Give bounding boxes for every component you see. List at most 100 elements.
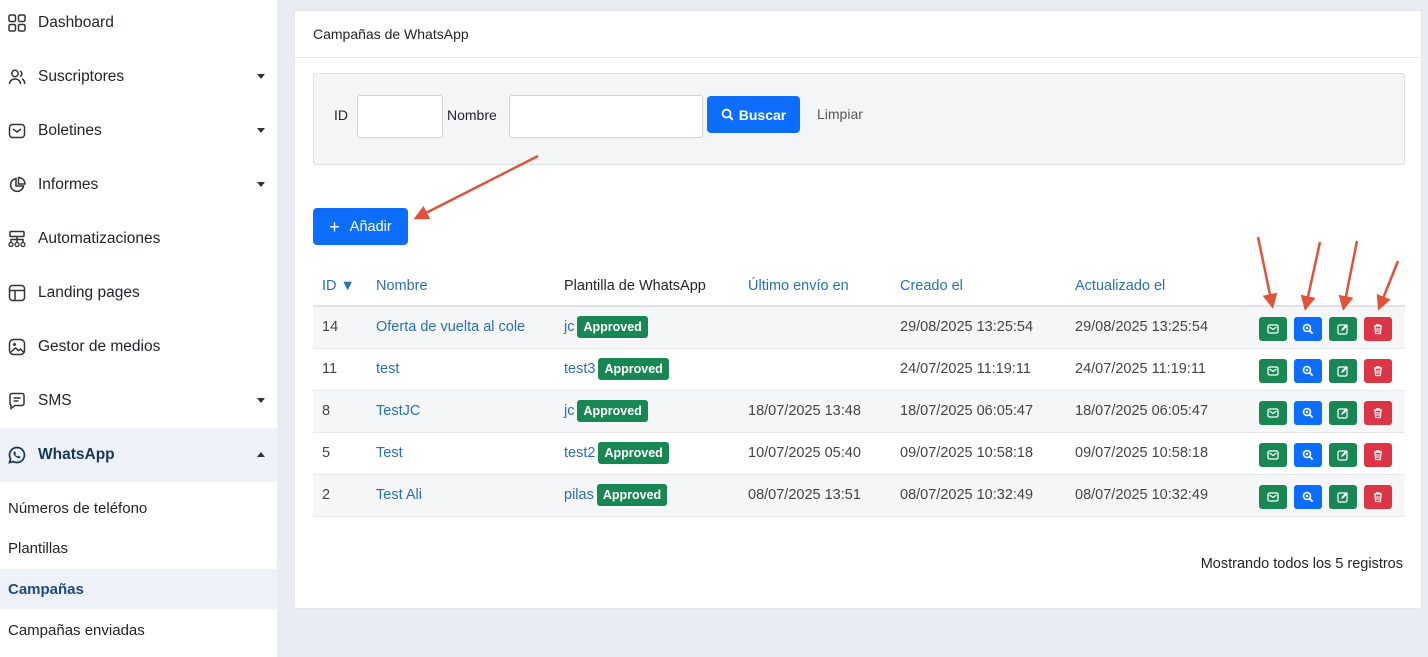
sidebar-item-informes[interactable]: Informes: [0, 158, 277, 212]
status-badge: Approved: [577, 400, 648, 422]
cell-id: 11: [322, 361, 338, 377]
records-count: Mostrando todos los 5 registros: [1200, 556, 1403, 572]
delete-button[interactable]: [1364, 485, 1392, 509]
cell-template: test2 Approved: [564, 442, 669, 464]
sidebar-subitem-campanas-enviadas[interactable]: Campañas enviadas: [0, 610, 277, 650]
cell-created: 24/07/2025 11:19:11: [900, 361, 1031, 377]
send-icon: [1267, 491, 1279, 503]
sidebar-item-label: Informes: [38, 176, 99, 193]
edit-button[interactable]: [1329, 401, 1357, 425]
add-button[interactable]: + Añadir: [313, 208, 408, 245]
edit-button[interactable]: [1329, 485, 1357, 509]
template-link[interactable]: test3: [564, 361, 595, 377]
status-badge: Approved: [598, 442, 669, 464]
cell-template: jc Approved: [564, 316, 648, 338]
chevron-down-icon: [257, 182, 265, 187]
cell-name[interactable]: Oferta de vuelta al cole: [376, 319, 525, 335]
cell-updated: 18/07/2025 06:05:47: [1075, 403, 1209, 419]
sidebar-subitem-label: Plantillas: [8, 539, 69, 557]
sidebar-subitem-campanas[interactable]: Campañas: [0, 569, 277, 609]
send-button[interactable]: [1259, 485, 1287, 509]
cell-template: pilas Approved: [564, 484, 668, 506]
dashboard-icon: [8, 14, 26, 32]
preview-icon: [1302, 365, 1314, 377]
sidebar-item-boletines[interactable]: Boletines: [0, 104, 277, 158]
sidebar-item-landing-pages[interactable]: Landing pages: [0, 266, 277, 320]
send-button[interactable]: [1259, 443, 1287, 467]
sort-desc-icon: ▼: [340, 278, 355, 294]
sidebar-item-label: Landing pages: [38, 284, 140, 301]
preview-button[interactable]: [1294, 401, 1322, 425]
cell-id: 8: [322, 403, 331, 419]
column-header-updated[interactable]: Actualizado el: [1075, 278, 1165, 294]
table-row: 5 Test test2 Approved 10/07/2025 05:40 0…: [313, 433, 1405, 475]
column-header-name[interactable]: Nombre: [376, 278, 428, 294]
chevron-down-icon: [257, 398, 265, 403]
cell-created: 29/08/2025 13:25:54: [900, 319, 1034, 335]
cell-last-sent: 08/07/2025 13:51: [748, 487, 861, 503]
sidebar-item-automatizaciones[interactable]: Automatizaciones: [0, 212, 277, 266]
cell-id: 14: [322, 319, 339, 335]
sidebar-subitem-plantillas[interactable]: Plantillas: [0, 528, 277, 568]
edit-button[interactable]: [1329, 359, 1357, 383]
status-badge: Approved: [577, 316, 648, 338]
sidebar-item-dashboard[interactable]: Dashboard: [0, 0, 277, 50]
column-header-id[interactable]: ID ▼: [322, 278, 355, 294]
sms-icon: [8, 392, 26, 410]
sidebar-item-gestor-de-medios[interactable]: Gestor de medios: [0, 320, 277, 374]
delete-button[interactable]: [1364, 401, 1392, 425]
preview-button[interactable]: [1294, 359, 1322, 383]
row-actions: [1259, 485, 1399, 509]
cell-created: 09/07/2025 10:58:18: [900, 445, 1034, 461]
clear-link[interactable]: Limpiar: [817, 106, 863, 122]
column-header-last-sent[interactable]: Último envío en: [748, 278, 849, 294]
send-button[interactable]: [1259, 317, 1287, 341]
layout-icon: [8, 284, 26, 302]
sidebar-item-sms[interactable]: SMS: [0, 374, 277, 428]
name-input[interactable]: [509, 95, 703, 138]
preview-button[interactable]: [1294, 485, 1322, 509]
delete-button[interactable]: [1364, 317, 1392, 341]
edit-icon: [1337, 323, 1349, 335]
filter-panel: ID Nombre Buscar Limpiar: [313, 73, 1405, 165]
column-header-created[interactable]: Creado el: [900, 278, 963, 294]
send-button[interactable]: [1259, 359, 1287, 383]
table-row: 2 Test Ali pilas Approved 08/07/2025 13:…: [313, 475, 1405, 517]
template-link[interactable]: jc: [564, 319, 574, 335]
cell-name[interactable]: test: [376, 361, 399, 377]
row-actions: [1259, 401, 1399, 425]
send-icon: [1267, 449, 1279, 461]
cell-name[interactable]: TestJC: [376, 403, 420, 419]
delete-button[interactable]: [1364, 443, 1392, 467]
send-button[interactable]: [1259, 401, 1287, 425]
template-link[interactable]: pilas: [564, 487, 594, 503]
delete-icon: [1372, 323, 1384, 335]
cell-updated: 09/07/2025 10:58:18: [1075, 445, 1209, 461]
status-badge: Approved: [598, 358, 669, 380]
sidebar-subitem-label: Números de teléfono: [8, 499, 148, 517]
search-button[interactable]: Buscar: [707, 96, 800, 133]
template-link[interactable]: test2: [564, 445, 595, 461]
delete-icon: [1372, 365, 1384, 377]
sidebar-item-label: Dashboard: [38, 14, 114, 31]
pie-chart-icon: [8, 176, 26, 194]
delete-button[interactable]: [1364, 359, 1392, 383]
send-icon: [1267, 407, 1279, 419]
sidebar-item-suscriptores[interactable]: Suscriptores: [0, 50, 277, 104]
id-input[interactable]: [357, 95, 443, 138]
cell-name[interactable]: Test: [376, 445, 403, 461]
media-icon: [8, 338, 26, 356]
table-row: 14 Oferta de vuelta al cole jc Approved …: [313, 307, 1405, 349]
sidebar-subitem-numeros-de-telefono[interactable]: Números de teléfono: [0, 488, 277, 528]
preview-button[interactable]: [1294, 443, 1322, 467]
edit-button[interactable]: [1329, 443, 1357, 467]
preview-button[interactable]: [1294, 317, 1322, 341]
cell-name[interactable]: Test Ali: [376, 487, 422, 503]
edit-button[interactable]: [1329, 317, 1357, 341]
search-button-label: Buscar: [738, 106, 787, 123]
table-row: 11 test test3 Approved 24/07/2025 11:19:…: [313, 349, 1405, 391]
sidebar-item-whatsapp[interactable]: WhatsApp: [0, 428, 277, 482]
template-link[interactable]: jc: [564, 403, 574, 419]
cell-last-sent: 18/07/2025 13:48: [748, 403, 861, 419]
cell-created: 18/07/2025 06:05:47: [900, 403, 1034, 419]
